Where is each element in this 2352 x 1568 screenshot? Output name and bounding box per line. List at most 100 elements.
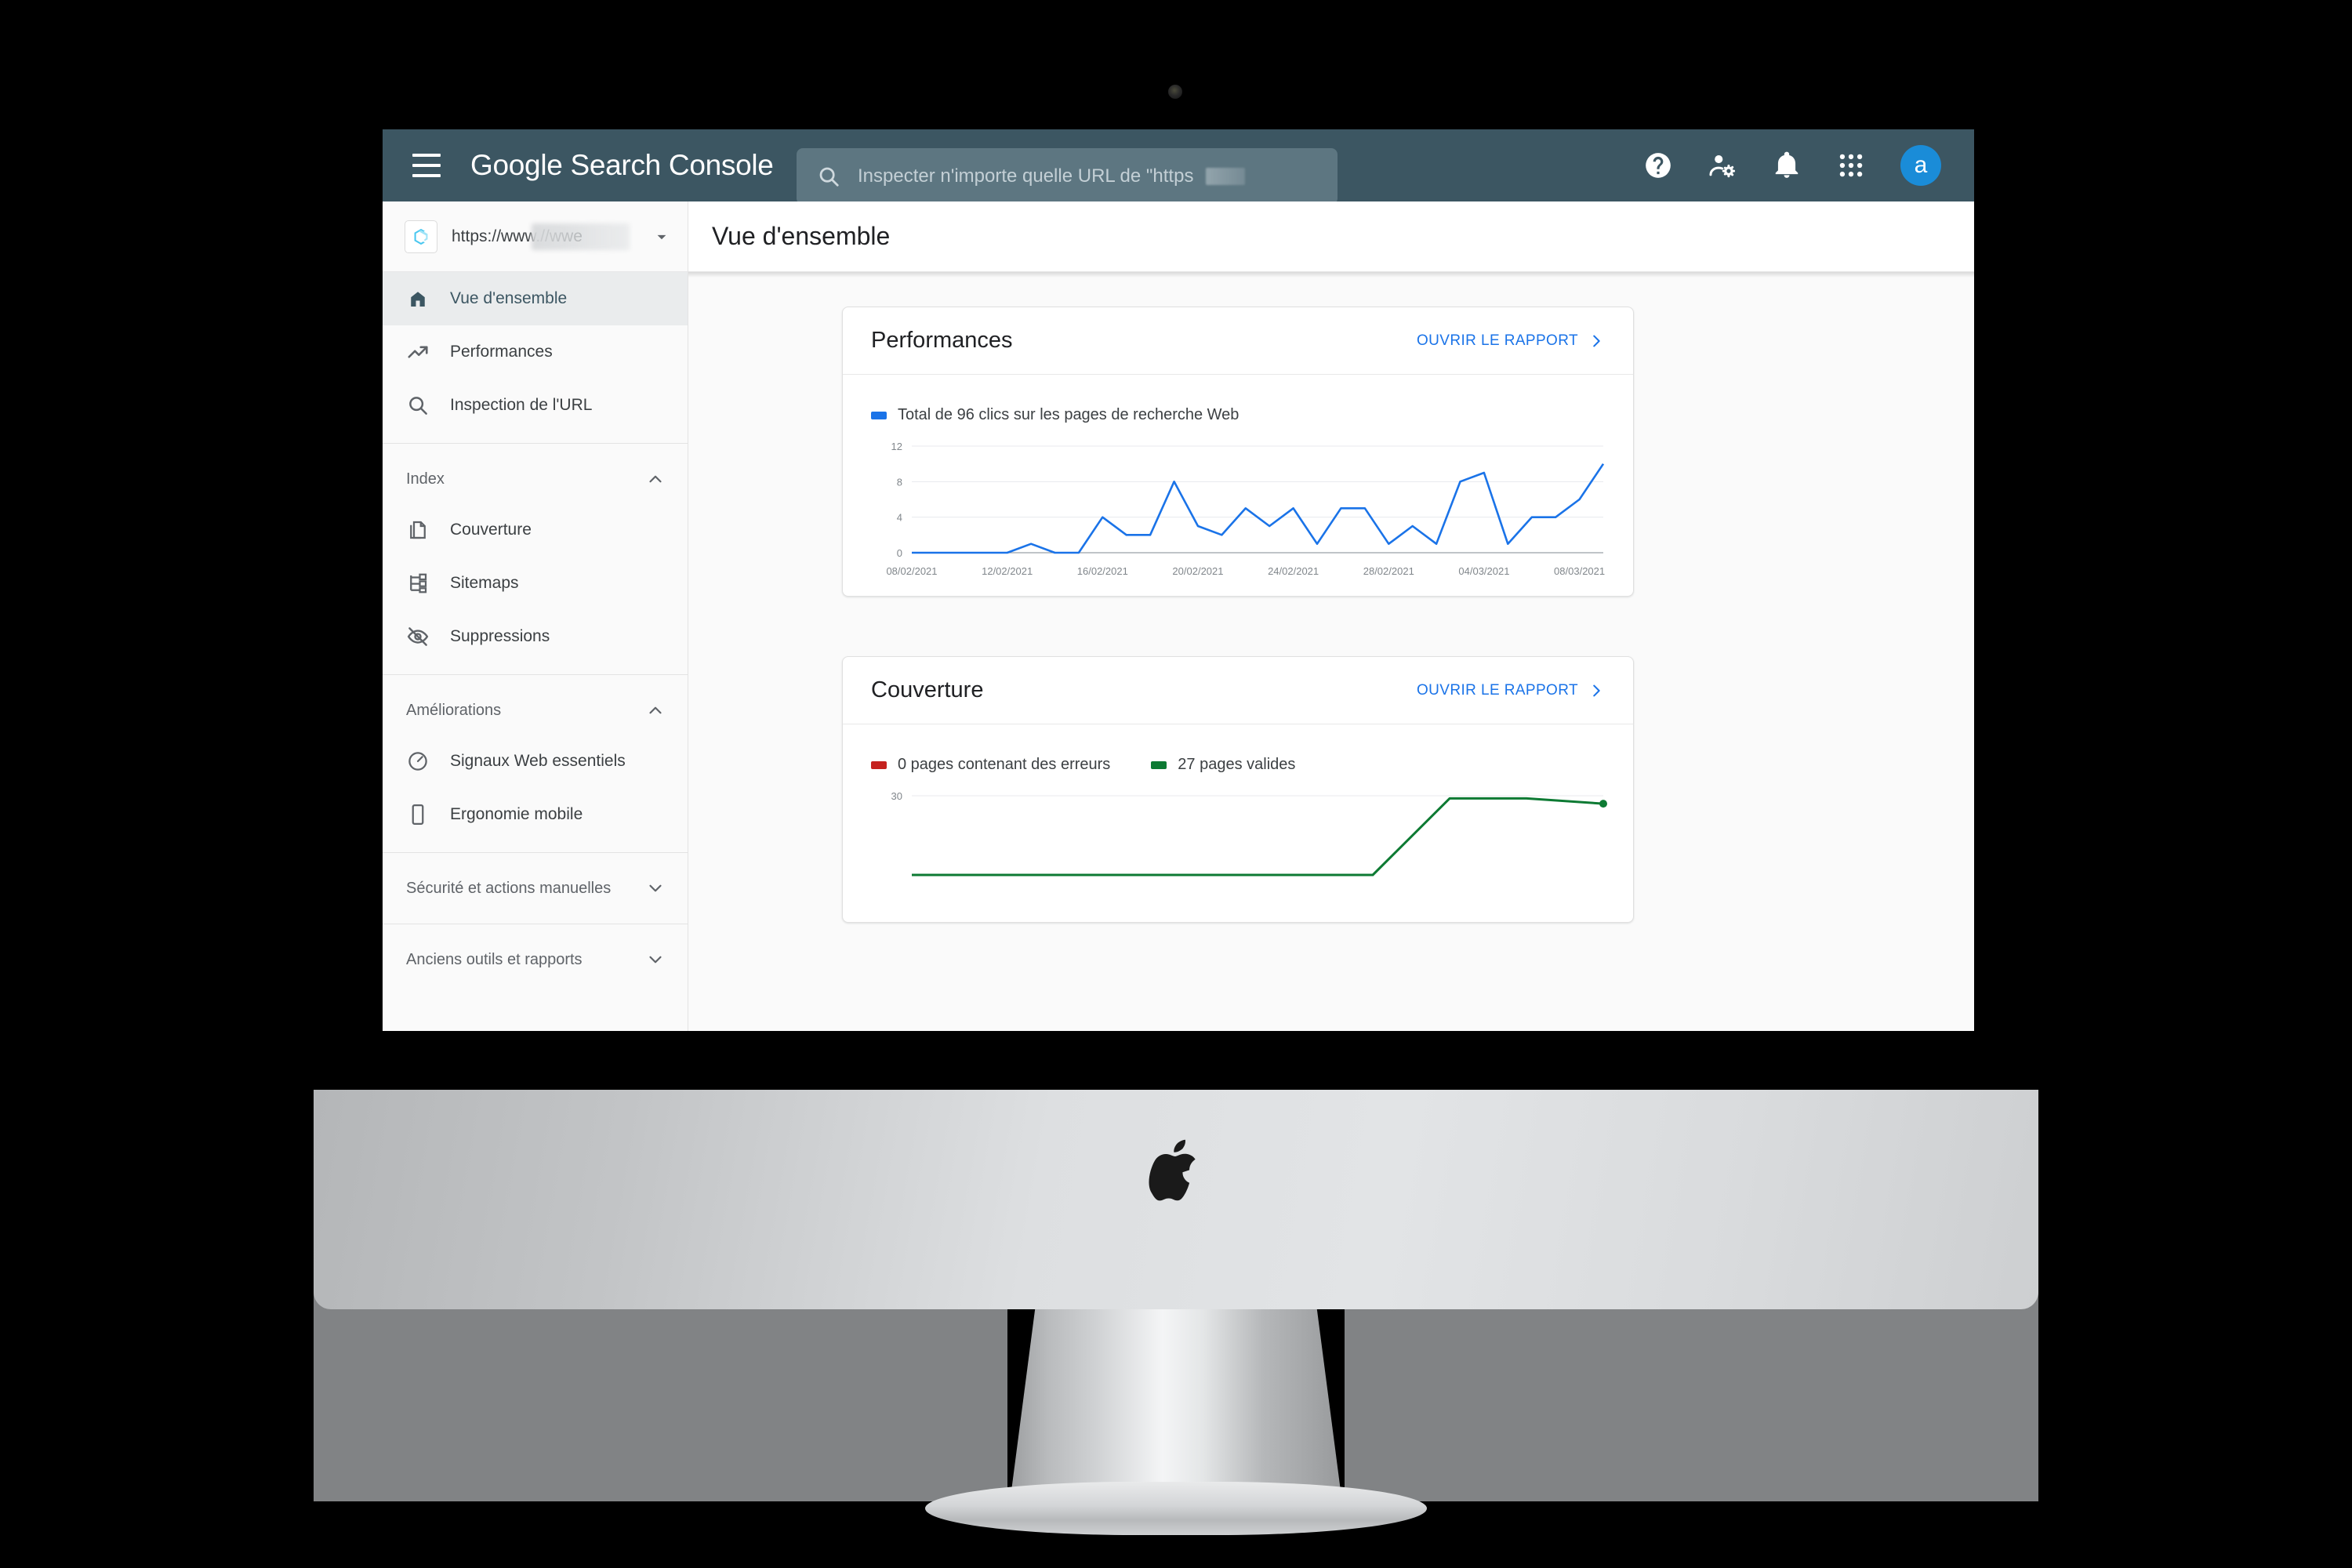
user-settings-icon[interactable] — [1708, 151, 1737, 180]
sidebar-group-enhancements[interactable]: Améliorations — [383, 686, 688, 735]
sidebar-item-label: Sitemaps — [450, 574, 519, 592]
help-icon[interactable] — [1643, 151, 1673, 180]
sidebar-item-url-inspection[interactable]: Inspection de l'URL — [383, 379, 688, 432]
divider — [383, 443, 688, 444]
sidebar-group-index[interactable]: Index — [383, 455, 688, 503]
eye-off-icon — [407, 627, 429, 646]
svg-text:12/02/2021: 12/02/2021 — [982, 565, 1033, 577]
chevron-up-icon — [649, 475, 662, 483]
svg-text:04/03/2021: 04/03/2021 — [1458, 565, 1509, 577]
chevron-up-icon — [649, 706, 662, 714]
monitor-stand-base — [925, 1482, 1427, 1535]
sidebar-group-legacy-tools[interactable]: Anciens outils et rapports — [383, 935, 688, 984]
pages-copy-icon — [410, 521, 426, 539]
sidebar-item-mobile-usability[interactable]: Ergonomie mobile — [383, 788, 688, 841]
brand-google: Google — [470, 149, 563, 181]
imac-computer: Google Search Console Inspecter n'import… — [0, 0, 2352, 1568]
legend-swatch-clicks — [871, 411, 887, 419]
sidebar-item-performance[interactable]: Performances — [383, 325, 688, 379]
sidebar-group-label: Améliorations — [406, 701, 502, 719]
sidebar-item-label: Ergonomie mobile — [450, 805, 583, 823]
sidebar-group-label: Sécurité et actions manuelles — [406, 879, 612, 897]
google-search-console-app: Google Search Console Inspecter n'import… — [383, 129, 1974, 1031]
top-app-bar: Google Search Console Inspecter n'import… — [383, 129, 1974, 205]
sidebar-item-label: Inspection de l'URL — [450, 396, 593, 414]
chart-legend-coverage: 0 pages contenant des erreurs 27 pages v… — [843, 724, 1633, 774]
hamburger-icon[interactable] — [412, 154, 441, 177]
search-placeholder-text: Inspecter n'importe quelle URL de "https — [858, 165, 1194, 187]
svg-text:28/02/2021: 28/02/2021 — [1363, 565, 1414, 577]
sitemap-icon — [410, 573, 427, 593]
redacted-url-blur — [1206, 168, 1246, 185]
legend-label: Total de 96 clics sur les pages de reche… — [898, 406, 1240, 423]
legend-item[interactable]: 27 pages valides — [1151, 756, 1295, 774]
chevron-right-icon — [1593, 684, 1600, 696]
sidebar-navigation: https://www.//wwe Vue d'ensemble Perform… — [383, 201, 688, 1031]
sidebar-item-label: Couverture — [450, 521, 532, 539]
legend-item[interactable]: 0 pages contenant des erreurs — [871, 756, 1110, 774]
url-inspection-search-input[interactable]: Inspecter n'importe quelle URL de "https — [797, 148, 1338, 205]
coverage-line-chart: 30 — [891, 790, 1607, 877]
sidebar-group-label: Index — [406, 470, 445, 488]
card-title: Performances — [871, 328, 1013, 353]
apps-grid-icon[interactable] — [1836, 151, 1866, 180]
open-report-link-coverage[interactable]: OUVRIR LE RAPPORT — [1417, 682, 1605, 699]
site-favicon-c — [405, 220, 437, 253]
search-icon — [409, 397, 427, 415]
speedometer-icon — [408, 752, 427, 771]
divider — [383, 852, 688, 853]
apple-logo-icon — [1149, 1139, 1196, 1201]
chevron-down-icon — [657, 234, 666, 239]
screen: Google Search Console Inspecter n'import… — [383, 129, 1974, 1031]
webcam-icon — [1168, 85, 1182, 99]
legend-swatch-errors — [871, 760, 887, 769]
legend-label: 27 pages valides — [1178, 756, 1296, 773]
main-content: Performances OUVRIR LE RAPPORT Total de … — [688, 272, 1974, 1031]
legend-swatch-valid — [1151, 760, 1167, 769]
divider — [383, 674, 688, 675]
performance-line-chart: 0 4 8 12 08/02/2021 12/02/2021 16/02/2021 20/02… — [886, 441, 1605, 577]
svg-text:24/02/2021: 24/02/2021 — [1268, 565, 1319, 577]
sidebar-group-label: Anciens outils et rapports — [406, 950, 583, 968]
avatar[interactable]: a — [1900, 145, 1941, 186]
avatar-initial: a — [1914, 152, 1928, 178]
svg-text:12: 12 — [891, 441, 902, 452]
svg-text:4: 4 — [897, 512, 902, 524]
card-header: Performances OUVRIR LE RAPPORT — [843, 307, 1633, 375]
open-report-label: OUVRIR LE RAPPORT — [1417, 332, 1578, 349]
card-header: Couverture OUVRIR LE RAPPORT — [843, 657, 1633, 724]
brand-search-console: Search Console — [570, 149, 774, 181]
svg-text:8: 8 — [897, 476, 902, 488]
chevron-right-icon — [1593, 335, 1600, 347]
trending-up-icon — [408, 346, 428, 358]
svg-text:30: 30 — [891, 790, 902, 802]
page-title: Vue d'ensemble — [712, 222, 891, 250]
card-title: Couverture — [871, 677, 984, 702]
mobile-phone-icon — [412, 804, 424, 825]
sidebar-item-overview[interactable]: Vue d'ensemble — [383, 272, 688, 325]
search-icon — [819, 167, 839, 187]
sidebar-item-label: Vue d'ensemble — [450, 289, 568, 307]
sidebar-item-removals[interactable]: Suppressions — [383, 610, 688, 663]
chevron-down-icon — [649, 956, 662, 964]
svg-text:0: 0 — [897, 547, 902, 559]
sidebar-item-sitemaps[interactable]: Sitemaps — [383, 557, 688, 610]
sidebar-item-core-web-vitals[interactable]: Signaux Web essentiels — [383, 735, 688, 788]
legend-item[interactable]: Total de 96 clics sur les pages de reche… — [871, 406, 1239, 424]
property-url: https://www.//wwe — [452, 227, 583, 245]
notifications-bell-icon[interactable] — [1772, 151, 1802, 180]
property-selector[interactable]: https://www.//wwe — [383, 201, 688, 272]
coverage-card: Couverture OUVRIR LE RAPPORT 0 pages con… — [842, 656, 1634, 923]
svg-text:20/02/2021: 20/02/2021 — [1172, 565, 1223, 577]
coverage-chart: 30 — [843, 774, 1633, 883]
home-icon — [411, 292, 425, 307]
chevron-down-icon — [649, 884, 662, 892]
sidebar-item-coverage[interactable]: Couverture — [383, 503, 688, 557]
chart-legend-performance: Total de 96 clics sur les pages de reche… — [843, 375, 1633, 424]
sidebar-group-security[interactable]: Sécurité et actions manuelles — [383, 864, 688, 913]
app-brand-title: Google Search Console — [470, 149, 774, 182]
legend-label: 0 pages contenant des erreurs — [898, 756, 1111, 773]
svg-text:08/03/2021: 08/03/2021 — [1554, 565, 1605, 577]
top-bar-actions: a — [1643, 129, 1941, 201]
open-report-link-performance[interactable]: OUVRIR LE RAPPORT — [1417, 332, 1605, 350]
